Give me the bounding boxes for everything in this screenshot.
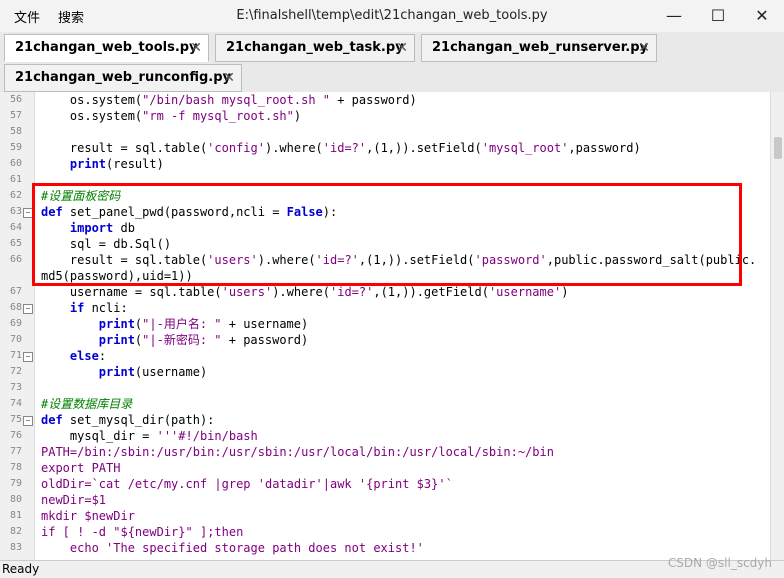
tab-tools[interactable]: 21changan_web_tools.py ✕ xyxy=(4,34,209,62)
code-text: def set_mysql_dir(path): xyxy=(41,413,215,427)
code-text: mkdir $newDir xyxy=(41,509,135,523)
code-text: if [ ! -d "${newDir}" ];then xyxy=(41,525,244,539)
line-number: 71 xyxy=(9,350,22,361)
code-line[interactable]: 67 username = sql.table('users').where('… xyxy=(0,284,770,300)
code-line[interactable]: 60 print(result) xyxy=(0,156,770,172)
code-text: username = sql.table('users').where('id=… xyxy=(41,285,569,299)
line-number: 72 xyxy=(9,366,22,377)
line-number: 60 xyxy=(9,158,22,169)
watermark: CSDN @sll_scdyh xyxy=(667,556,772,570)
line-number: 57 xyxy=(9,110,22,121)
line-number: 78 xyxy=(9,462,22,473)
line-number: 79 xyxy=(9,478,22,489)
code-line[interactable]: 80 newDir=$1 xyxy=(0,492,770,508)
code-text: print(result) xyxy=(69,157,164,171)
fold-toggle-icon[interactable]: − xyxy=(23,352,33,362)
code-text: mysql_dir = '''#!/bin/bash xyxy=(41,429,258,443)
code-text: #设置数据库目录 xyxy=(41,397,133,411)
code-line[interactable]: 74 #设置数据库目录 xyxy=(0,396,770,412)
tab-close-icon[interactable]: ✕ xyxy=(223,65,235,91)
tab-label: 21changan_web_tools.py xyxy=(15,40,198,55)
code-text: os.system("/bin/bash mysql_root.sh " + p… xyxy=(41,93,417,107)
code-line[interactable]: 77 PATH=/bin:/sbin:/usr/bin:/usr/sbin:/us… xyxy=(0,444,770,460)
line-number: 66 xyxy=(9,254,22,265)
highlight-box xyxy=(32,183,742,286)
code-line[interactable]: 72 print(username) xyxy=(0,364,770,380)
code-line[interactable]: 69 print("|-用户名: " + username) xyxy=(0,316,770,332)
maximize-button[interactable]: ☐ xyxy=(698,4,738,28)
line-number: 62 xyxy=(9,190,22,201)
code-line[interactable]: 81 mkdir $newDir xyxy=(0,508,770,524)
code-text: else: xyxy=(69,349,107,363)
line-number: 58 xyxy=(9,126,22,137)
close-button[interactable]: ✕ xyxy=(742,4,782,28)
tab-bar: 21changan_web_tools.py ✕ 21changan_web_t… xyxy=(0,32,784,92)
line-number: 64 xyxy=(9,222,22,233)
code-line[interactable]: 59 result = sql.table('config').where('i… xyxy=(0,140,770,156)
code-text: print(username) xyxy=(98,365,208,379)
line-number: 67 xyxy=(9,286,22,297)
code-editor[interactable]: 56 os.system("/bin/bash mysql_root.sh " … xyxy=(0,92,770,560)
line-number: 73 xyxy=(9,382,22,393)
line-number: 68 xyxy=(9,302,22,313)
tab-runconfig[interactable]: 21changan_web_runconfig.py ✕ xyxy=(4,64,242,92)
tab-label: 21changan_web_runserver.py xyxy=(432,40,648,55)
code-line[interactable]: 70 print("|-新密码: " + password) xyxy=(0,332,770,348)
line-number: 76 xyxy=(9,430,22,441)
code-text: oldDir=`cat /etc/my.cnf |grep 'datadir'|… xyxy=(41,477,453,491)
tab-close-icon[interactable]: ✕ xyxy=(638,35,650,61)
tab-label: 21changan_web_task.py xyxy=(226,40,404,55)
code-line[interactable]: 83 echo 'The specified storage path does… xyxy=(0,540,770,556)
code-line[interactable]: 79 oldDir=`cat /etc/my.cnf |grep 'datadir… xyxy=(0,476,770,492)
line-number: 59 xyxy=(9,142,22,153)
line-number: 82 xyxy=(9,526,22,537)
tab-runserver[interactable]: 21changan_web_runserver.py ✕ xyxy=(421,34,657,62)
code-line[interactable]: 68− if ncli: xyxy=(0,300,770,316)
line-number: 69 xyxy=(9,318,22,329)
fold-toggle-icon[interactable]: − xyxy=(23,304,33,314)
line-number: 56 xyxy=(9,94,22,105)
line-number: 65 xyxy=(9,238,22,249)
code-line[interactable]: 57 os.system("rm -f mysql_root.sh") xyxy=(0,108,770,124)
status-text: Ready xyxy=(2,562,40,576)
code-line[interactable]: 82 if [ ! -d "${newDir}" ];then xyxy=(0,524,770,540)
code-text: print("|-用户名: " + username) xyxy=(98,317,309,331)
line-number: 77 xyxy=(9,446,22,457)
code-text: if ncli: xyxy=(69,301,128,315)
code-text: newDir=$1 xyxy=(41,493,107,507)
line-number: 61 xyxy=(9,174,22,185)
fold-toggle-icon[interactable]: − xyxy=(23,416,33,426)
status-bar: Ready xyxy=(0,560,784,578)
code-text: PATH=/bin:/sbin:/usr/bin:/usr/sbin:/usr/… xyxy=(41,445,554,459)
line-number: 74 xyxy=(9,398,22,409)
code-line[interactable]: 73 xyxy=(0,380,770,396)
code-text: echo 'The specified storage path does no… xyxy=(41,541,424,555)
code-line[interactable]: 78 export PATH xyxy=(0,460,770,476)
tab-close-icon[interactable]: ✕ xyxy=(396,35,408,61)
line-number: 70 xyxy=(9,334,22,345)
code-text: os.system("rm -f mysql_root.sh") xyxy=(41,109,302,123)
tab-close-icon[interactable]: ✕ xyxy=(190,35,202,61)
code-line[interactable]: 71− else: xyxy=(0,348,770,364)
code-line[interactable]: 76 mysql_dir = '''#!/bin/bash xyxy=(0,428,770,444)
code-line[interactable]: 58 xyxy=(0,124,770,140)
tab-label: 21changan_web_runconfig.py xyxy=(15,70,232,85)
code-line[interactable]: 56 os.system("/bin/bash mysql_root.sh " … xyxy=(0,92,770,108)
line-number: 63 xyxy=(9,206,22,217)
code-text: result = sql.table('config').where('id=?… xyxy=(41,141,641,155)
code-text: export PATH xyxy=(41,461,121,475)
scrollbar-thumb[interactable] xyxy=(774,137,782,159)
line-number: 81 xyxy=(9,510,22,521)
title-bar: 文件 搜索 E:\finalshell\temp\edit\21changan_… xyxy=(0,0,784,32)
line-number: 80 xyxy=(9,494,22,505)
line-number: 75 xyxy=(9,414,22,425)
line-number: 83 xyxy=(9,542,22,553)
vertical-scrollbar[interactable] xyxy=(770,92,784,560)
tab-task[interactable]: 21changan_web_task.py ✕ xyxy=(215,34,415,62)
code-text: print("|-新密码: " + password) xyxy=(98,333,309,347)
code-line[interactable]: 75− def set_mysql_dir(path): xyxy=(0,412,770,428)
minimize-button[interactable]: — xyxy=(654,4,694,28)
